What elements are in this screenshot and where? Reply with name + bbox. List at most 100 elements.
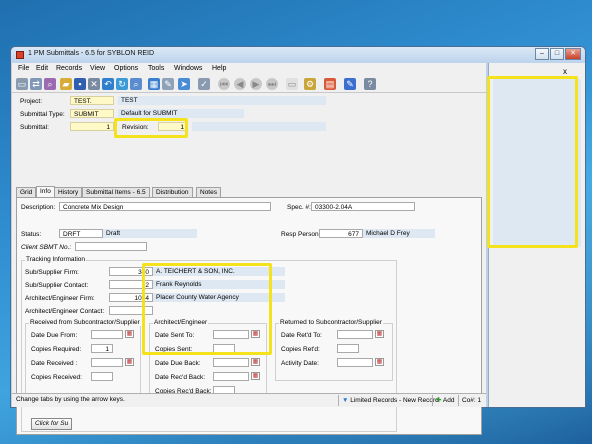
date-due-back-field[interactable]: [213, 358, 249, 367]
tools-icon[interactable]: ⚙: [304, 78, 316, 90]
blank-icon[interactable]: ▭: [286, 78, 298, 90]
menu-edit[interactable]: Edit: [36, 65, 48, 72]
project-label: Project:: [20, 98, 43, 105]
window-title: 1 PM Submittals - 6.5 for SYBLON REID: [28, 50, 155, 57]
tab-history[interactable]: History: [54, 187, 83, 197]
activity-date-field[interactable]: [337, 358, 373, 367]
project-name-field: TEST: [118, 96, 326, 105]
tab-notes[interactable]: Notes: [196, 187, 221, 197]
refresh-icon[interactable]: ↻: [116, 78, 128, 90]
status-name-field: Draft: [103, 229, 197, 238]
date-recd-back-field[interactable]: [213, 372, 249, 381]
activity-date-calendar-icon[interactable]: ▦: [375, 358, 384, 366]
close-button[interactable]: ✕: [565, 48, 581, 60]
search-icon[interactable]: ⌕: [130, 78, 142, 90]
delete-icon[interactable]: ✕: [88, 78, 100, 90]
submittal-number-field[interactable]: 1: [70, 122, 114, 131]
first-record-icon[interactable]: ⏮: [218, 78, 230, 90]
new-icon[interactable]: ▭: [16, 78, 28, 90]
menu-windows[interactable]: Windows: [174, 65, 202, 72]
tracking-title: Tracking Information: [25, 256, 87, 263]
report-icon[interactable]: ▤: [324, 78, 336, 90]
send-icon[interactable]: ➤: [178, 78, 190, 90]
resp-person-id-field[interactable]: 677: [319, 229, 363, 238]
date-retd-to-field[interactable]: [337, 330, 373, 339]
date-due-back-label: Date Due Back:: [155, 360, 201, 367]
sub-firm-label: Sub/Supplier Firm:: [25, 269, 79, 276]
maximize-button[interactable]: □: [550, 48, 564, 60]
copies-retd-field[interactable]: [337, 344, 359, 353]
menu-options[interactable]: Options: [114, 65, 138, 72]
edit-icon[interactable]: ✎: [344, 78, 356, 90]
menu-tools[interactable]: Tools: [148, 65, 164, 72]
tab-submittal-items[interactable]: Submittal Items - 6.5: [82, 187, 150, 197]
minimize-button[interactable]: –: [535, 48, 549, 60]
revision-highlight: [114, 118, 188, 138]
find-icon[interactable]: ⌕: [44, 78, 56, 90]
returned-title: Returned to Subcontractor/Supplier: [279, 319, 383, 326]
click-for-summary-button[interactable]: Click for Su: [31, 418, 73, 430]
resp-person-label: Resp Person:: [281, 231, 321, 238]
menu-file[interactable]: File: [18, 65, 29, 72]
open-icon[interactable]: ⇄: [30, 78, 42, 90]
attach-icon[interactable]: ✎: [162, 78, 174, 90]
spec-label: Spec. #:: [287, 204, 311, 211]
copies-received-label: Copies Received:: [31, 374, 82, 381]
status-add: ✚ Add: [432, 395, 457, 406]
submittal-type-label: Submittal Type:: [20, 111, 65, 118]
copies-required-label: Copies Required:: [31, 346, 82, 353]
previous-record-icon[interactable]: ◀: [234, 78, 246, 90]
description-field[interactable]: Concrete Mix Design: [59, 202, 271, 211]
date-due-back-calendar-icon[interactable]: ▦: [251, 358, 260, 366]
next-record-icon[interactable]: ▶: [250, 78, 262, 90]
tab-grid[interactable]: Grid: [16, 187, 37, 197]
activity-date-label: Activity Date:: [281, 360, 319, 367]
grid-icon[interactable]: ▦: [148, 78, 160, 90]
menu-view[interactable]: View: [90, 65, 105, 72]
side-pane-close-icon[interactable]: x: [563, 67, 567, 76]
folder-icon[interactable]: ▰: [60, 78, 72, 90]
filter-icon: ▼: [342, 397, 349, 404]
date-due-from-calendar-icon[interactable]: ▦: [125, 330, 134, 338]
tab-info[interactable]: Info: [36, 186, 55, 197]
project-code-field[interactable]: TEST.: [70, 96, 114, 105]
date-due-from-field[interactable]: [91, 330, 123, 339]
menu-records[interactable]: Records: [56, 65, 82, 72]
side-pane-highlight: [487, 76, 578, 248]
app-icon: [16, 51, 24, 59]
description-label: Description:: [21, 204, 56, 211]
copies-required-field[interactable]: 1: [91, 344, 113, 353]
client-sbmt-field[interactable]: [75, 242, 147, 251]
submittal-type-code-field[interactable]: SUBMIT: [70, 109, 114, 118]
date-received-field[interactable]: [91, 358, 123, 367]
date-recd-back-calendar-icon[interactable]: ▦: [251, 372, 260, 380]
copies-retd-label: Copies Ret'd:: [281, 346, 320, 353]
spec-field[interactable]: 03300-2.04A: [311, 202, 415, 211]
spell-check-icon[interactable]: ✓: [198, 78, 210, 90]
status-add-text: Add: [442, 397, 455, 404]
undo-icon[interactable]: ↶: [102, 78, 114, 90]
menu-bar: File Edit Records View Options Tools Win…: [12, 63, 486, 75]
copies-received-field[interactable]: [91, 372, 113, 381]
title-bar: 1 PM Submittals - 6.5 for SYBLON REID – …: [11, 47, 585, 63]
status-bar: Change tabs by using the arrow keys. ▼ L…: [12, 393, 486, 407]
sub-contact-label: Sub/Supplier Contact:: [25, 282, 89, 289]
menu-help[interactable]: Help: [212, 65, 226, 72]
date-received-calendar-icon[interactable]: ▦: [125, 358, 134, 366]
received-title: Received from Subcontractor/Supplier: [29, 319, 141, 326]
tab-distribution[interactable]: Distribution: [152, 187, 193, 197]
arch-firm-label: Architect/Engineer Firm:: [25, 295, 95, 302]
date-due-from-label: Date Due From:: [31, 332, 78, 339]
submittal-type-name-field: Default for SUBMIT: [118, 109, 244, 118]
date-retd-to-calendar-icon[interactable]: ▦: [375, 330, 384, 338]
submittal-label: Submittal:: [20, 124, 49, 131]
status-code-field[interactable]: DRFT: [59, 229, 103, 238]
last-record-icon[interactable]: ⏭: [266, 78, 278, 90]
client-sbmt-label: Client SBMT No.:: [21, 244, 72, 251]
help-search-icon[interactable]: ?: [364, 78, 376, 90]
resp-person-name-field: Michael D Frey: [363, 229, 435, 238]
status-company: Co#: 1: [458, 395, 484, 406]
save-icon[interactable]: ▪: [74, 78, 86, 90]
status-records: ▼ Limited Records - New Record: [338, 395, 442, 406]
date-recd-back-label: Date Rec'd Back:: [155, 374, 206, 381]
